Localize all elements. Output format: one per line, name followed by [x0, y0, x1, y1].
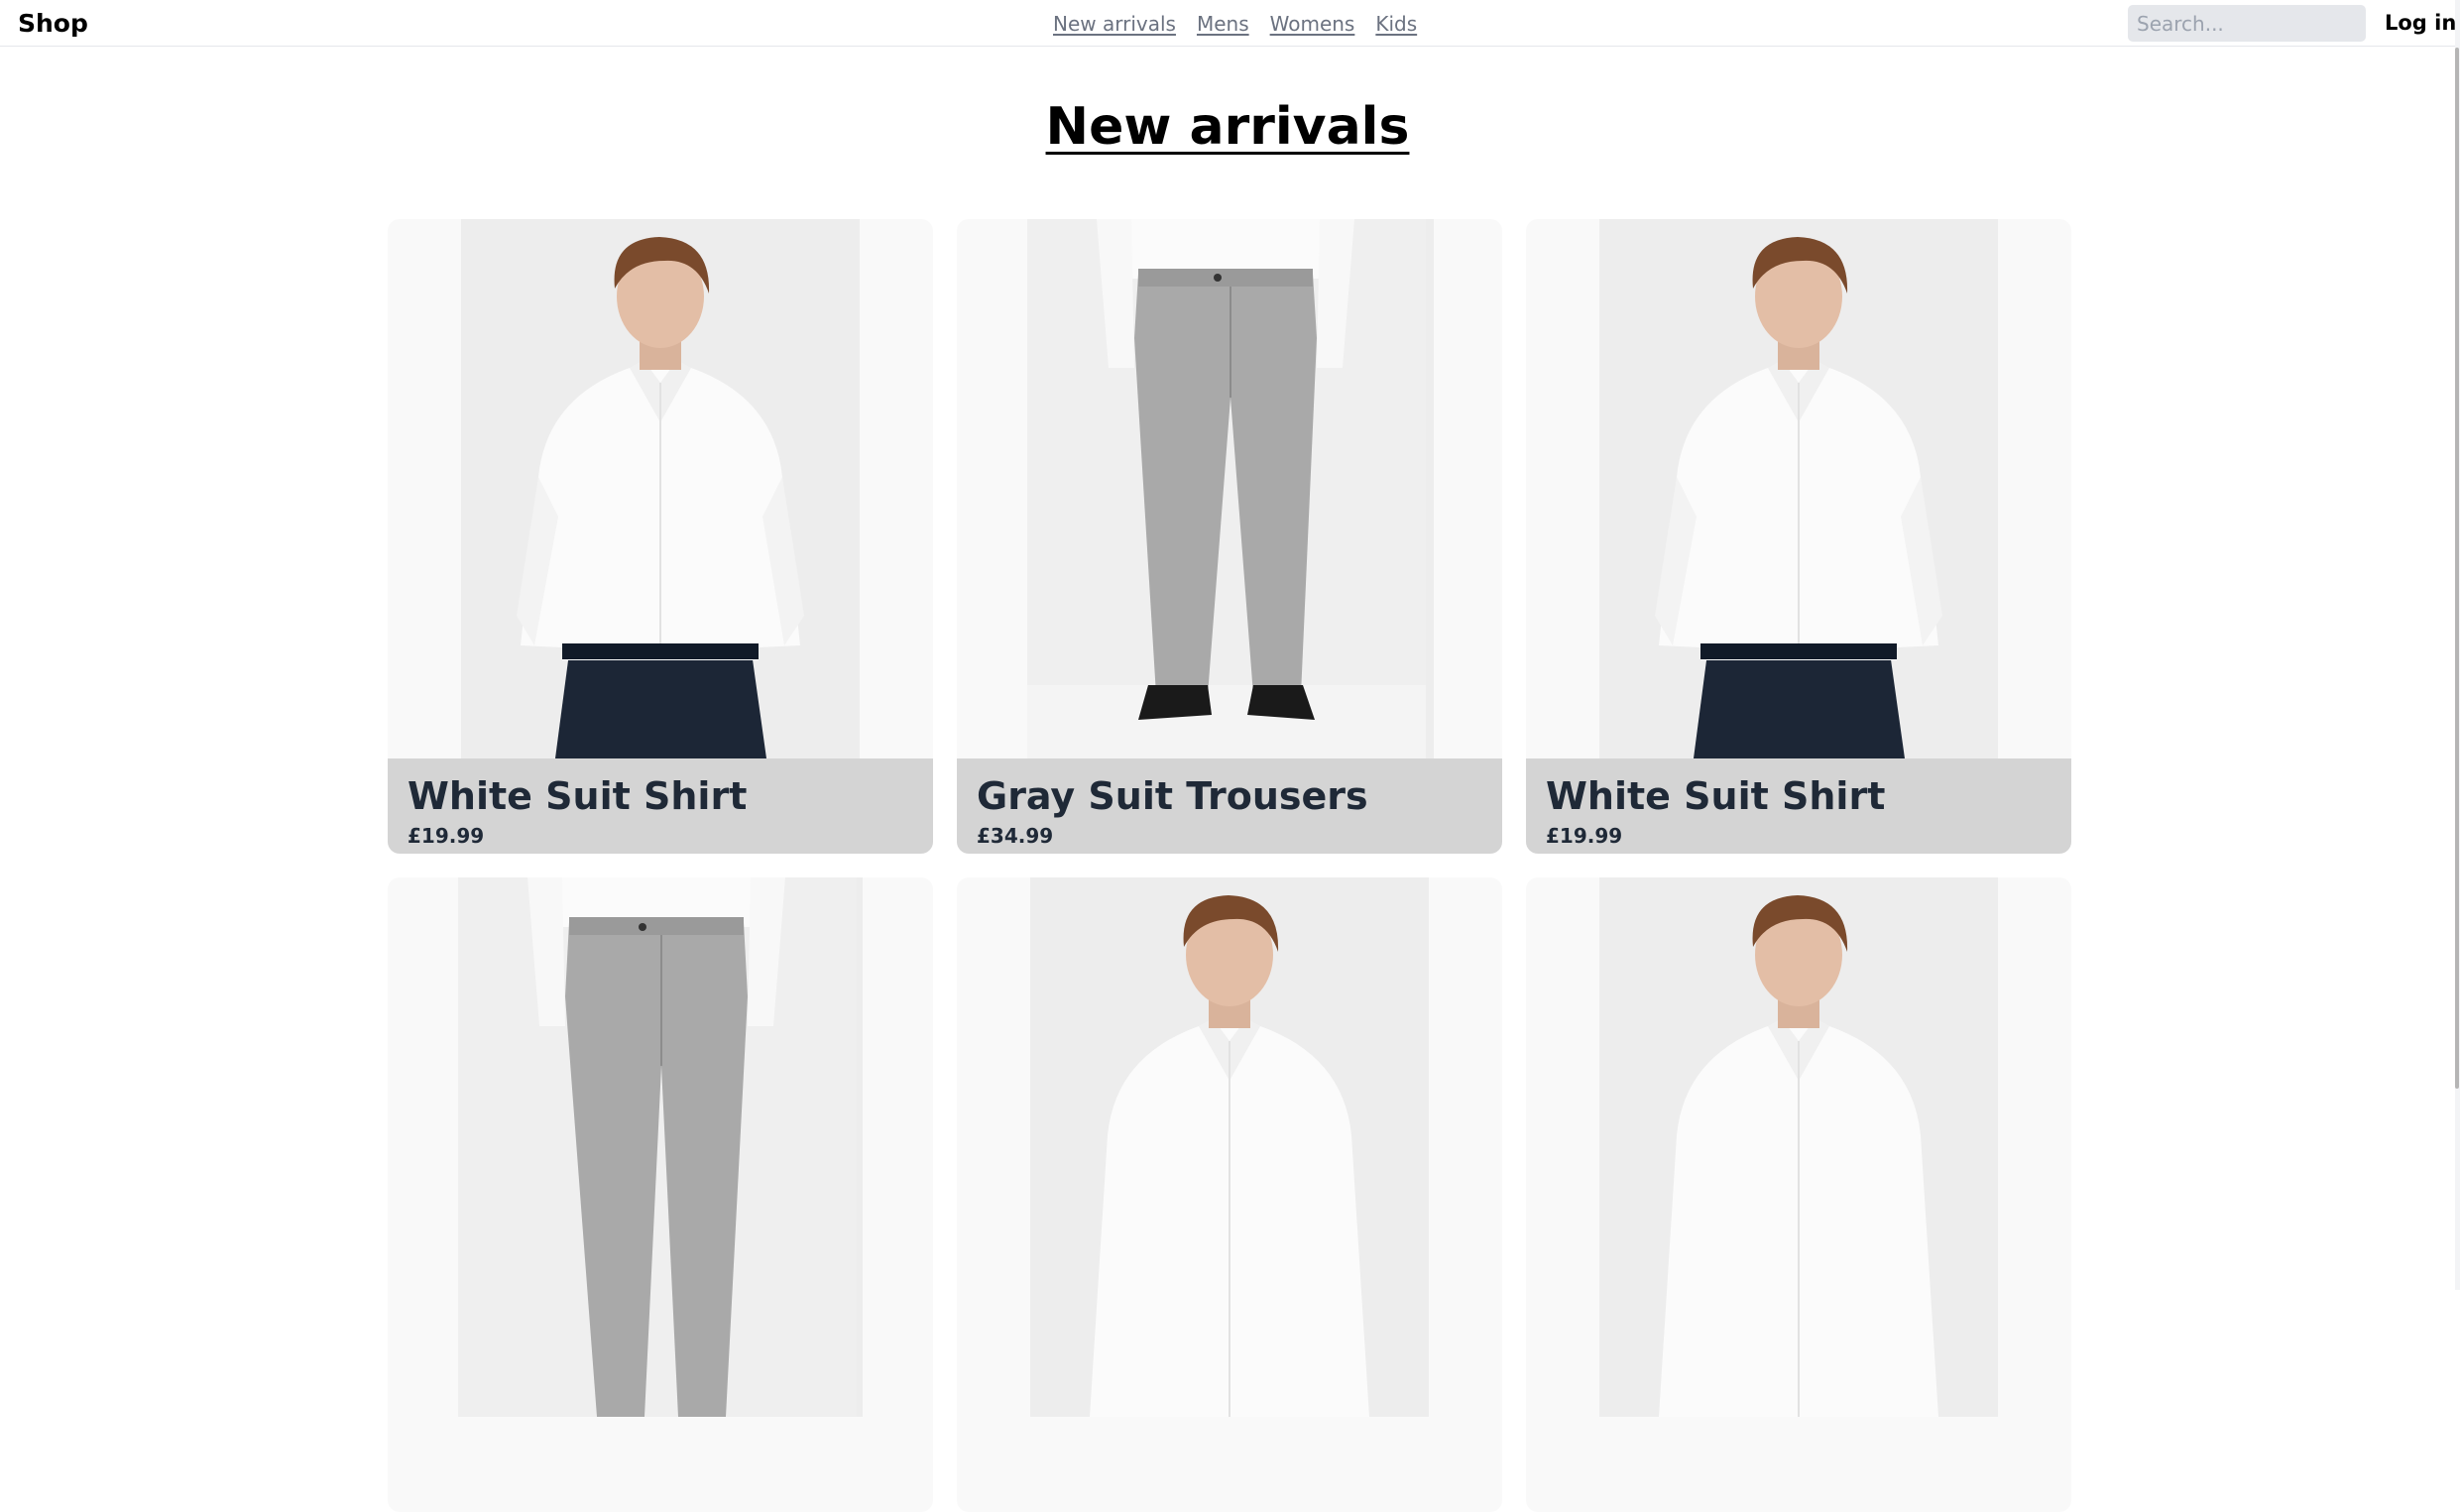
main-nav: New arrivals Mens Womens Kids — [1053, 0, 1417, 47]
product-image — [461, 219, 860, 758]
trousers-model-illustration — [458, 877, 857, 1417]
trousers-model-illustration — [1027, 219, 1426, 758]
product-price: £34.99 — [977, 824, 1054, 848]
brand-logo[interactable]: Shop — [18, 0, 88, 47]
nav-link-kids[interactable]: Kids — [1375, 12, 1417, 36]
product-info: White Suit Shirt £19.99 — [388, 758, 933, 854]
shirt-model-illustration — [1599, 219, 1998, 758]
product-image — [1030, 877, 1429, 1417]
shirt-model-illustration — [1030, 877, 1429, 1417]
product-image — [1027, 219, 1434, 758]
product-grid: White Suit Shirt £19.99 Gray Suit Trouse… — [388, 219, 2071, 1512]
login-link[interactable]: Log in — [2385, 0, 2456, 47]
search-input[interactable] — [2128, 5, 2366, 42]
top-bar: Shop New arrivals Mens Womens Kids Log i… — [0, 0, 2460, 47]
product-image — [458, 877, 863, 1417]
page-scrollbar[interactable] — [2455, 0, 2460, 1290]
product-image — [1599, 877, 1998, 1417]
scrollbar-thumb[interactable] — [2455, 48, 2459, 1089]
nav-link-womens[interactable]: Womens — [1270, 12, 1355, 36]
product-info: Gray Suit Trousers £34.99 — [957, 758, 1502, 854]
product-card[interactable]: White Suit Shirt £19.99 — [1526, 219, 2071, 854]
product-info: White Suit Shirt £19.99 — [1526, 758, 2071, 854]
product-price: £19.99 — [408, 824, 485, 848]
product-name[interactable]: Gray Suit Trousers — [977, 774, 1368, 818]
product-image — [1599, 219, 1998, 758]
product-card[interactable] — [957, 877, 1502, 1512]
shirt-model-illustration — [461, 219, 860, 758]
nav-link-mens[interactable]: Mens — [1197, 12, 1249, 36]
product-card[interactable]: White Suit Shirt £19.99 — [388, 219, 933, 854]
shirt-model-illustration — [1599, 877, 1998, 1417]
product-card[interactable] — [1526, 877, 2071, 1512]
product-name[interactable]: White Suit Shirt — [1546, 774, 1885, 818]
product-name[interactable]: White Suit Shirt — [408, 774, 747, 818]
product-card[interactable] — [388, 877, 933, 1512]
page-title: New arrivals — [1045, 97, 1410, 157]
nav-link-new-arrivals[interactable]: New arrivals — [1053, 12, 1176, 36]
product-card[interactable]: Gray Suit Trousers £34.99 — [957, 219, 1502, 854]
product-price: £19.99 — [1546, 824, 1623, 848]
